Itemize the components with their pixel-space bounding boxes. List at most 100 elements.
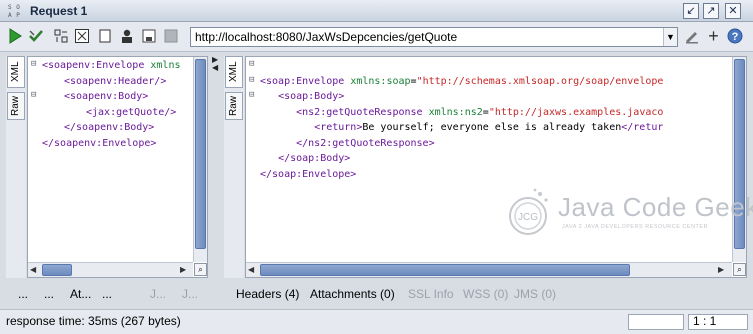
cursor-position: 1 : 1: [693, 314, 717, 328]
request-bottom-tab[interactable]: At...: [70, 287, 91, 301]
xml-tag: <jax:getQuote/>: [86, 106, 177, 118]
request-bottom-tab[interactable]: J...: [150, 287, 166, 301]
embed-icon: [74, 29, 89, 43]
help-button[interactable]: ?: [726, 28, 743, 45]
user-icon: [121, 29, 132, 43]
run-icon: [9, 28, 22, 44]
xml-tag: <soapenv:Header/>: [64, 75, 167, 87]
response-bottom-tab[interactable]: SSL Info: [408, 287, 454, 301]
add-wss-header-button[interactable]: [52, 28, 69, 45]
svg-text:?: ?: [731, 31, 738, 43]
response-bottom-tab[interactable]: JMS (0): [514, 287, 556, 301]
xml-tag: </soap:Body>: [278, 153, 351, 164]
xml-tag: <soapenv:Envelope: [42, 60, 145, 71]
xml-tag: <ns2:getQuoteResponse: [296, 106, 423, 118]
plus-icon: +: [708, 26, 719, 46]
tab-response-xml[interactable]: XML: [225, 56, 243, 88]
xml-tag: </soap:Envelope>: [260, 168, 357, 180]
request-xml-editor[interactable]: ⊟ ⊟ <soapenv:Envelope xmlns <soapenv:Heade…: [27, 56, 208, 278]
scroll-left-icon[interactable]: ◀: [30, 265, 36, 274]
status-bar: response time: 35ms (267 bytes) 1 : 1: [0, 309, 753, 334]
xml-tag: <soapenv:Body>: [64, 91, 149, 102]
response-xml-editor[interactable]: ⊟ ⊟ ⊟ <soap:Envelope xmlns:soap="http://sc…: [245, 56, 747, 278]
validate-button[interactable]: [27, 28, 44, 45]
request-bottom-tab[interactable]: ...: [18, 287, 28, 301]
close-window-button[interactable]: ✕: [725, 3, 741, 19]
title-bar: S O A P Request 1 ↙ ↗ ✕: [0, 0, 753, 22]
stop-request-button[interactable]: [162, 28, 179, 45]
xml-attr: xmlns:soap: [344, 75, 411, 87]
close-icon: ✕: [728, 5, 738, 17]
run-request-button[interactable]: [6, 28, 23, 45]
response-view-tabs: XML Raw: [224, 56, 244, 278]
scroll-left-icon[interactable]: ◀: [248, 265, 254, 274]
add-endpoint-button[interactable]: +: [705, 26, 722, 46]
response-time: response time: 35ms (267 bytes): [6, 314, 181, 328]
response-horizontal-scrollbar[interactable]: ◀ ▶: [246, 262, 732, 277]
xml-tag: <soap:Envelope: [260, 75, 345, 87]
xml-tag: <soap:Body>: [278, 91, 345, 102]
soapui-logo-icon: S O A P: [6, 2, 24, 20]
request-code[interactable]: <soapenv:Envelope xmlns <soapenv:Header/>…: [42, 58, 194, 258]
request-bottom-tab[interactable]: J...: [182, 287, 198, 301]
stop-icon: [164, 29, 177, 43]
endpoint-url-combobox[interactable]: http://localhost:8080/JaxWsDepcencies/ge…: [190, 27, 678, 47]
svg-text:S O: S O: [8, 4, 20, 11]
zoom-icon[interactable]: ⌕: [733, 263, 746, 276]
request-code-line: <soapenv:Envelope xmlns: [42, 58, 194, 74]
tab-request-xml[interactable]: XML: [7, 56, 25, 88]
request-toolbar: http://localhost:8080/JaxWsDepcencies/ge…: [0, 22, 753, 52]
clone-button[interactable]: [96, 28, 113, 45]
response-hscroll-thumb[interactable]: [260, 264, 630, 276]
request-bottom-tab[interactable]: ...: [102, 287, 112, 301]
xml-tag: </soapenv:Envelope>: [42, 137, 157, 149]
request-view-tabs: XML Raw: [6, 56, 26, 278]
xml-tag: </retur: [621, 122, 664, 133]
watermark-title: Java Code Geeks: [558, 192, 753, 222]
response-bottom-tab[interactable]: Attachments (0): [310, 287, 395, 301]
splitter-arrows-icon[interactable]: ▶ ◀: [212, 56, 220, 74]
request-bottom-tabs: ... ... At... ... J... J...: [14, 283, 210, 305]
user-settings-button[interactable]: [118, 28, 135, 45]
scroll-right-icon[interactable]: ▶: [180, 265, 186, 274]
request-hscroll-thumb[interactable]: [42, 264, 72, 276]
response-bottom-tabs: Headers (4) Attachments (0) SSL Info WSS (0…: [236, 283, 746, 305]
xml-value: "http://schemas.xmlsoap.org/soap/envelop…: [416, 75, 664, 87]
watermark-subtitle: JAVA 2 JAVA DEVELOPERS RESOURCE CENTER: [562, 224, 709, 230]
fold-gutter: ⊟ ⊟ ⊟: [249, 59, 255, 100]
response-vertical-scrollbar[interactable]: [732, 57, 746, 262]
maximize-window-button[interactable]: ↗: [703, 3, 719, 19]
java-code-geeks-watermark: JCG Java Code Geeks JAVA 2 JAVA DEVELOPE…: [500, 186, 753, 242]
request-code-line: <soapenv:Body>: [42, 89, 194, 105]
endpoint-url: http://localhost:8080/JaxWsDepcencies/ge…: [195, 30, 458, 44]
xml-value: "http://jaxws.examples.javaco: [488, 106, 664, 118]
embed-button[interactable]: [73, 28, 90, 45]
return-value: Be yourself; everyone else is already ta…: [362, 122, 622, 133]
request-vertical-scrollbar[interactable]: [193, 57, 207, 262]
tab-request-raw[interactable]: Raw: [7, 92, 25, 120]
status-progress-box: [628, 314, 684, 330]
edit-endpoint-button[interactable]: [683, 28, 700, 45]
xml-tag: </soapenv:Body>: [64, 122, 155, 133]
add-wss-icon: [54, 29, 67, 43]
split-button[interactable]: [140, 28, 157, 45]
request-bottom-tab[interactable]: ...: [44, 287, 54, 301]
response-bottom-tab[interactable]: Headers (4): [236, 287, 299, 301]
request-vscroll-thumb[interactable]: [195, 59, 206, 249]
detach-window-button[interactable]: ↙: [683, 3, 699, 19]
scroll-right-icon[interactable]: ▶: [718, 265, 724, 274]
watermark-badge: JCG: [518, 212, 538, 223]
xml-attr: xmlns: [144, 60, 181, 71]
request-code-line: </soapenv:Envelope>: [42, 136, 194, 152]
xml-tag: <return>: [314, 122, 363, 133]
request-horizontal-scrollbar[interactable]: ◀ ▶: [28, 262, 193, 277]
zoom-icon[interactable]: ⌕: [194, 263, 207, 276]
jcg-logo-icon: JCG: [509, 188, 548, 235]
response-bottom-tab[interactable]: WSS (0): [463, 287, 508, 301]
xml-attr: xmlns:ns2: [422, 106, 483, 118]
chevron-down-icon[interactable]: ▼: [663, 28, 677, 46]
xml-tag: </ns2:getQuoteResponse>: [296, 137, 435, 149]
request-code-line: </soapenv:Body>: [42, 120, 194, 136]
help-icon: ?: [727, 28, 742, 44]
tab-response-raw[interactable]: Raw: [225, 92, 243, 120]
